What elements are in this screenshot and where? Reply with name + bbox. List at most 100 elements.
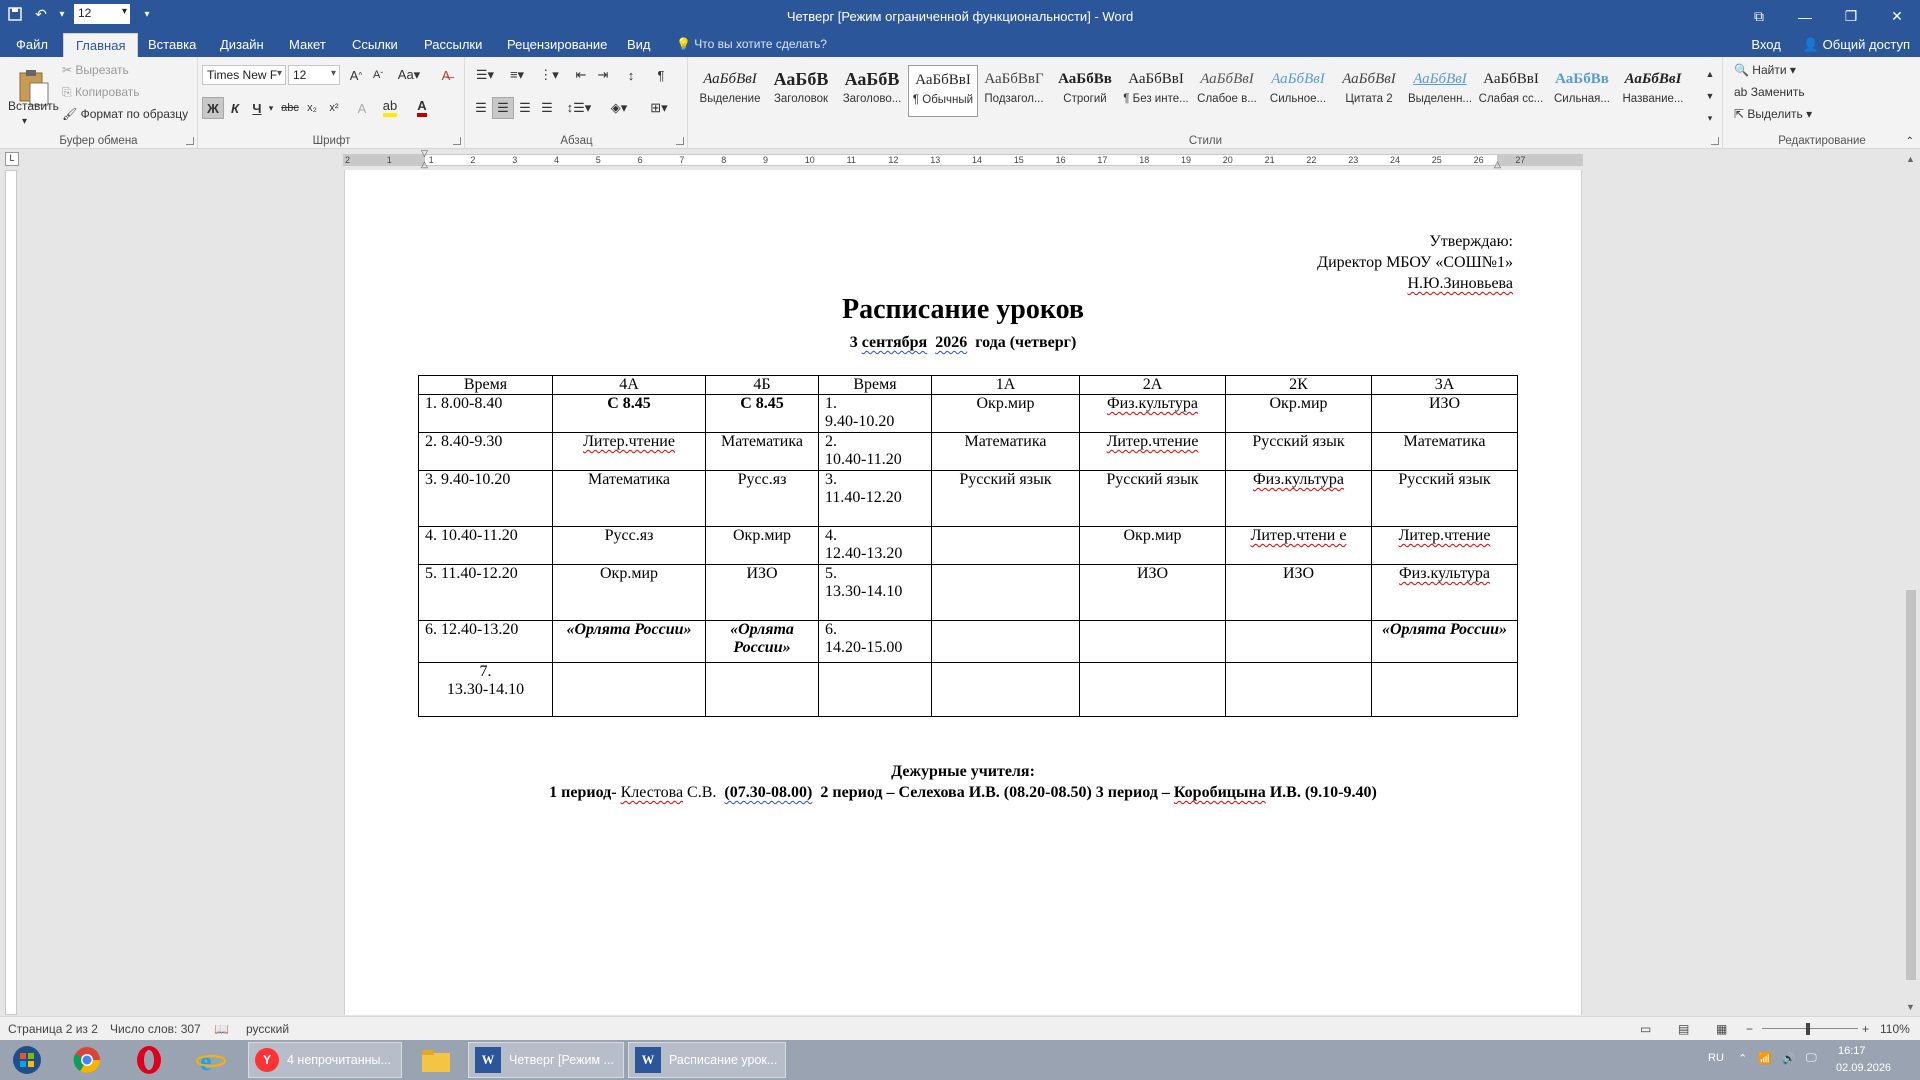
tab-design[interactable]: Дизайн [220,33,264,57]
clear-formatting-icon[interactable]: A̶ [435,64,457,86]
network-icon[interactable]: 📶 [1758,1052,1772,1065]
style-item[interactable]: АаБбВвІ Цитата 2 [1334,65,1404,117]
subscript-button[interactable]: x₂ [301,97,323,119]
font-launcher-icon[interactable] [453,137,461,145]
document-page[interactable]: Утверждаю: Директор МБОУ «СОШ№1» Н.Ю.Зин… [344,170,1582,1015]
styles-scroll-down-icon[interactable]: ▼ [1701,85,1719,107]
tray-expand-icon[interactable]: ⌃ [1738,1052,1747,1065]
strikethrough-button[interactable]: abc [279,97,301,119]
italic-button[interactable]: К [224,97,246,119]
opera-icon[interactable] [124,1042,174,1078]
tell-me-box[interactable]: 💡 Что вы хотите сделать? [676,37,827,51]
zoom-slider-track[interactable] [1762,1028,1858,1029]
align-right-icon[interactable]: ☰ [514,97,536,119]
style-item[interactable]: АаБбВвІ Выделенн... [1405,65,1475,117]
style-item[interactable]: АаБбВвІ Слабая сс... [1476,65,1546,117]
page-count[interactable]: Страница 2 из 2 [8,1022,98,1036]
style-item[interactable]: АаБбВв Сильная... [1547,65,1617,117]
tab-review[interactable]: Рецензирование [507,33,607,57]
sort-icon[interactable]: ↕ [620,64,642,86]
maximize-button[interactable]: ❐ [1828,0,1874,33]
web-layout-icon[interactable]: ▦ [1716,1022,1727,1036]
share-button[interactable]: 👤 Общий доступ [1803,37,1910,53]
collapse-ribbon-icon[interactable]: ⌃ [1906,136,1914,147]
borders-icon[interactable]: ⊞▾ [644,97,674,119]
numbering-icon[interactable]: ≡▾ [502,64,532,86]
tab-selector-icon[interactable]: L [5,152,19,166]
tab-view[interactable]: Вид [627,33,651,57]
zoom-level[interactable]: 110% [1880,1022,1910,1036]
ie-icon[interactable]: e [186,1042,236,1078]
language[interactable]: русский [246,1022,289,1036]
style-item[interactable]: АаБбВвІ Слабое в... [1192,65,1262,117]
grow-font-icon[interactable]: A ^ [345,64,367,86]
font-color-icon[interactable]: A [411,97,433,119]
close-button[interactable]: ✕ [1874,0,1920,33]
tab-home[interactable]: Главная [63,33,139,57]
read-mode-icon[interactable]: ▭ [1640,1022,1651,1036]
underline-button[interactable]: Ч [246,97,268,119]
ribbon-display-icon[interactable]: ⧉ [1736,0,1782,33]
text-effects-icon[interactable]: A [351,97,373,119]
superscript-button[interactable]: x² [323,97,345,119]
bold-button[interactable]: Ж [202,97,224,119]
clock-time[interactable]: 16:17 [1838,1045,1866,1057]
tab-layout[interactable]: Макет [289,33,326,57]
tab-file[interactable]: Файл [16,33,48,57]
increase-indent-icon[interactable]: ⇥ [592,64,614,86]
shading-icon[interactable]: ◈▾ [604,97,634,119]
cut-button[interactable]: ✂ Вырезать [62,63,129,77]
signin-link[interactable]: Вход [1751,37,1780,53]
change-case-icon[interactable]: Aa▾ [395,64,423,86]
minimize-button[interactable]: — [1782,0,1828,33]
chrome-icon[interactable] [62,1042,112,1078]
multilevel-list-icon[interactable]: ⋮▾ [534,64,564,86]
paste-dropdown-icon[interactable]: ▾ [22,116,27,127]
line-spacing-icon[interactable]: ↕☰▾ [564,97,594,119]
style-item[interactable]: АаБбВвІ ¶ Без инте... [1121,65,1191,117]
explorer-icon[interactable] [410,1042,462,1078]
decrease-indent-icon[interactable]: ⇤ [570,64,592,86]
input-language[interactable]: RU [1708,1052,1724,1064]
styles-more-icon[interactable]: ▾ [1701,107,1719,129]
vertical-ruler[interactable] [0,170,20,1015]
highlight-icon[interactable]: ab [379,97,401,119]
paragraph-launcher-icon[interactable] [676,137,684,145]
font-name-combo[interactable]: Times New F [202,65,286,85]
style-item[interactable]: АаБбВвІ Сильное... [1263,65,1333,117]
print-layout-icon[interactable]: ▤ [1678,1022,1689,1036]
align-left-icon[interactable]: ☰ [470,97,492,119]
right-indent-icon[interactable]: △ [1494,159,1501,170]
select-button[interactable]: ⇱ Выделить ▾ [1734,107,1812,121]
taskbar-app-word-2[interactable]: W Расписание урок... [628,1042,786,1078]
styles-scroll-up-icon[interactable]: ▲ [1701,63,1719,85]
clipboard-launcher-icon[interactable] [186,137,194,145]
vertical-scrollbar[interactable]: ▲ ▼ [1902,150,1920,1016]
justify-icon[interactable]: ☰ [536,97,558,119]
horizontal-ruler[interactable]: L 2 1 1 2 3 4 5 6 7 8 9 10 11 12 13 14 15 16 17 18 19 20 21 22 2… [0,148,1920,170]
style-item[interactable]: АаБбВв Строгий [1050,65,1120,117]
align-center-icon[interactable]: ☰ [492,97,514,119]
style-item[interactable]: АаБбВвІ ¶ Обычный [908,65,978,117]
style-item[interactable]: АаБбВвІ Выделение [695,65,765,117]
start-button[interactable] [2,1042,52,1078]
style-item[interactable]: АаБбВ Заголово... [837,65,907,117]
tab-references[interactable]: Ссылки [352,33,398,57]
scroll-thumb[interactable] [1906,590,1916,980]
style-item[interactable]: АаБбВвІ Название... [1618,65,1688,117]
left-indent-icon[interactable]: △ [421,159,428,170]
tab-mailings[interactable]: Рассылки [424,33,482,57]
scroll-up-icon[interactable]: ▲ [1906,154,1915,164]
replace-button[interactable]: ab Заменить [1734,85,1805,99]
volume-icon[interactable]: 🔊 [1782,1052,1796,1065]
first-line-indent-icon[interactable]: ▽ [421,148,428,159]
find-button[interactable]: 🔍 Найти ▾ [1734,63,1796,77]
zoom-out-icon[interactable]: − [1746,1022,1753,1036]
copy-button[interactable]: ⎘ Копировать [62,85,140,100]
shrink-font-icon[interactable]: Aˇ [367,64,389,86]
word-count[interactable]: Число слов: 307 [110,1022,201,1036]
format-painter-button[interactable]: 🖌 Формат по образцу [62,107,188,121]
zoom-in-icon[interactable]: + [1862,1022,1869,1036]
underline-dropdown-icon[interactable]: ▾ [266,97,276,119]
action-center-icon[interactable]: 🖵 [1806,1052,1817,1065]
